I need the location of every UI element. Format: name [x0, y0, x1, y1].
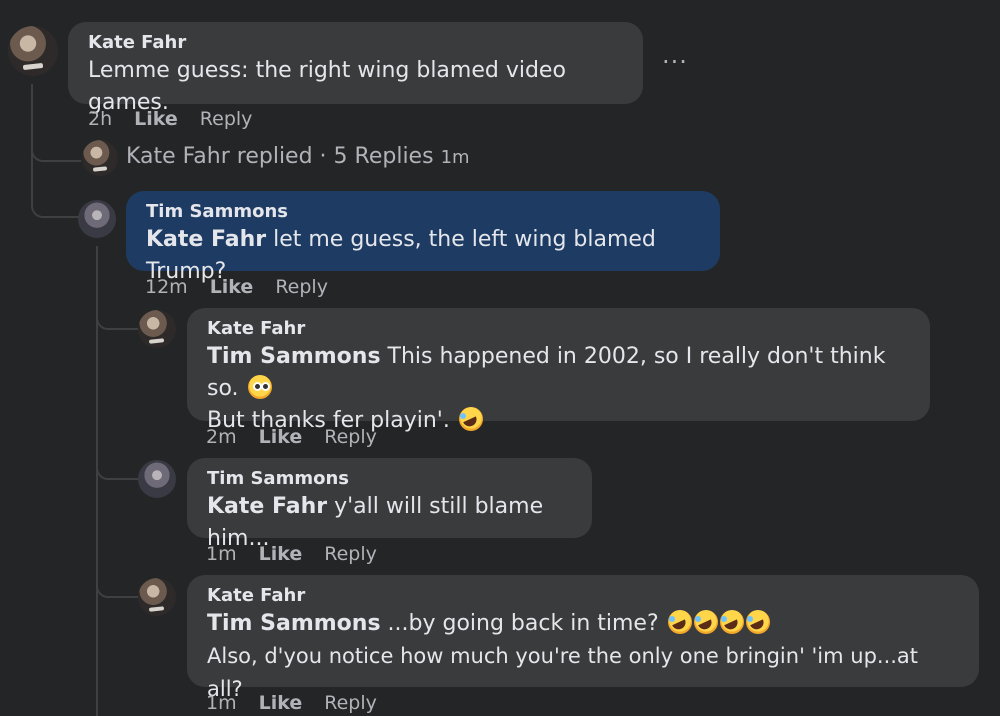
- replies-summary-text[interactable]: Kate Fahr replied · 5 Replies: [126, 144, 434, 169]
- like-button[interactable]: Like: [134, 108, 178, 130]
- comment-author[interactable]: Tim Sammons: [207, 467, 572, 491]
- comment-text: Lemme guess: the right wing blamed video…: [88, 58, 566, 115]
- like-button[interactable]: Like: [259, 426, 303, 448]
- comment-author[interactable]: Tim Sammons: [146, 200, 700, 224]
- comment-bubble-highlighted: Tim Sammons Kate Fahr let me guess, the …: [126, 191, 720, 284]
- comment-author[interactable]: Kate Fahr: [88, 31, 623, 55]
- comment-time[interactable]: 12m: [145, 276, 188, 298]
- thread-connector-c5: [96, 574, 138, 598]
- comment-bubble: Kate Fahr Tim Sammons ...by going back i…: [187, 575, 979, 701]
- comment-meta: 2h Like Reply: [88, 108, 274, 130]
- avatar-kate-fahr[interactable]: [138, 310, 176, 348]
- avatar-kate-fahr-small: [82, 140, 118, 176]
- mention-link[interactable]: Tim Sammons: [207, 344, 381, 369]
- thread-connector-c3: [96, 306, 138, 330]
- comment-bubble: Kate Fahr Tim Sammons This happened in 2…: [187, 308, 930, 433]
- mention-link[interactable]: Kate Fahr: [207, 494, 327, 519]
- rofl-emoji-icon: [745, 610, 770, 634]
- more-options-icon[interactable]: ···: [662, 48, 688, 76]
- like-button[interactable]: Like: [259, 543, 303, 565]
- view-replies-link[interactable]: Kate Fahr replied · 5 Replies 1m: [126, 144, 470, 169]
- comment-bubble: Tim Sammons Kate Fahr y'all will still b…: [187, 458, 592, 551]
- comment-author[interactable]: Kate Fahr: [207, 317, 910, 341]
- thread-connector-summary: [31, 138, 81, 162]
- comment-meta: 1m Like Reply: [206, 692, 399, 714]
- rofl-emoji-icon: [693, 610, 718, 634]
- avatar-kate-fahr[interactable]: [138, 578, 176, 616]
- reply-button[interactable]: Reply: [200, 108, 253, 130]
- mention-link[interactable]: Kate Fahr: [146, 227, 266, 252]
- reply-button[interactable]: Reply: [324, 543, 377, 565]
- thread-connector-tim: [31, 190, 81, 218]
- avatar-tim-sammons[interactable]: [138, 460, 176, 498]
- like-button[interactable]: Like: [210, 276, 254, 298]
- comment-time[interactable]: 2h: [88, 108, 112, 130]
- like-button[interactable]: Like: [259, 692, 303, 714]
- comment-text: ...by going back in time?: [380, 611, 666, 636]
- rofl-emoji-icon: [458, 407, 483, 431]
- avatar-kate-fahr[interactable]: [8, 26, 58, 76]
- comment-meta: 2m Like Reply: [206, 426, 399, 448]
- replies-summary-time: 1m: [440, 147, 470, 168]
- rofl-emoji-icon: [719, 610, 744, 634]
- mention-link[interactable]: Tim Sammons: [207, 611, 381, 636]
- reply-button[interactable]: Reply: [275, 276, 328, 298]
- comment-time[interactable]: 1m: [206, 543, 237, 565]
- rofl-emoji-icon: [667, 610, 692, 634]
- thread-connector-c4: [96, 456, 138, 480]
- comment-time[interactable]: 1m: [206, 692, 237, 714]
- comment-time[interactable]: 2m: [206, 426, 237, 448]
- eye-roll-emoji-icon: [247, 375, 272, 399]
- comment-meta: 1m Like Reply: [206, 543, 399, 565]
- comment-author[interactable]: Kate Fahr: [207, 584, 959, 608]
- reply-button[interactable]: Reply: [324, 692, 377, 714]
- reply-button[interactable]: Reply: [324, 426, 377, 448]
- comment-bubble: Kate Fahr Lemme guess: the right wing bl…: [68, 22, 643, 115]
- comment-meta: 12m Like Reply: [145, 276, 350, 298]
- avatar-tim-sammons[interactable]: [78, 200, 116, 238]
